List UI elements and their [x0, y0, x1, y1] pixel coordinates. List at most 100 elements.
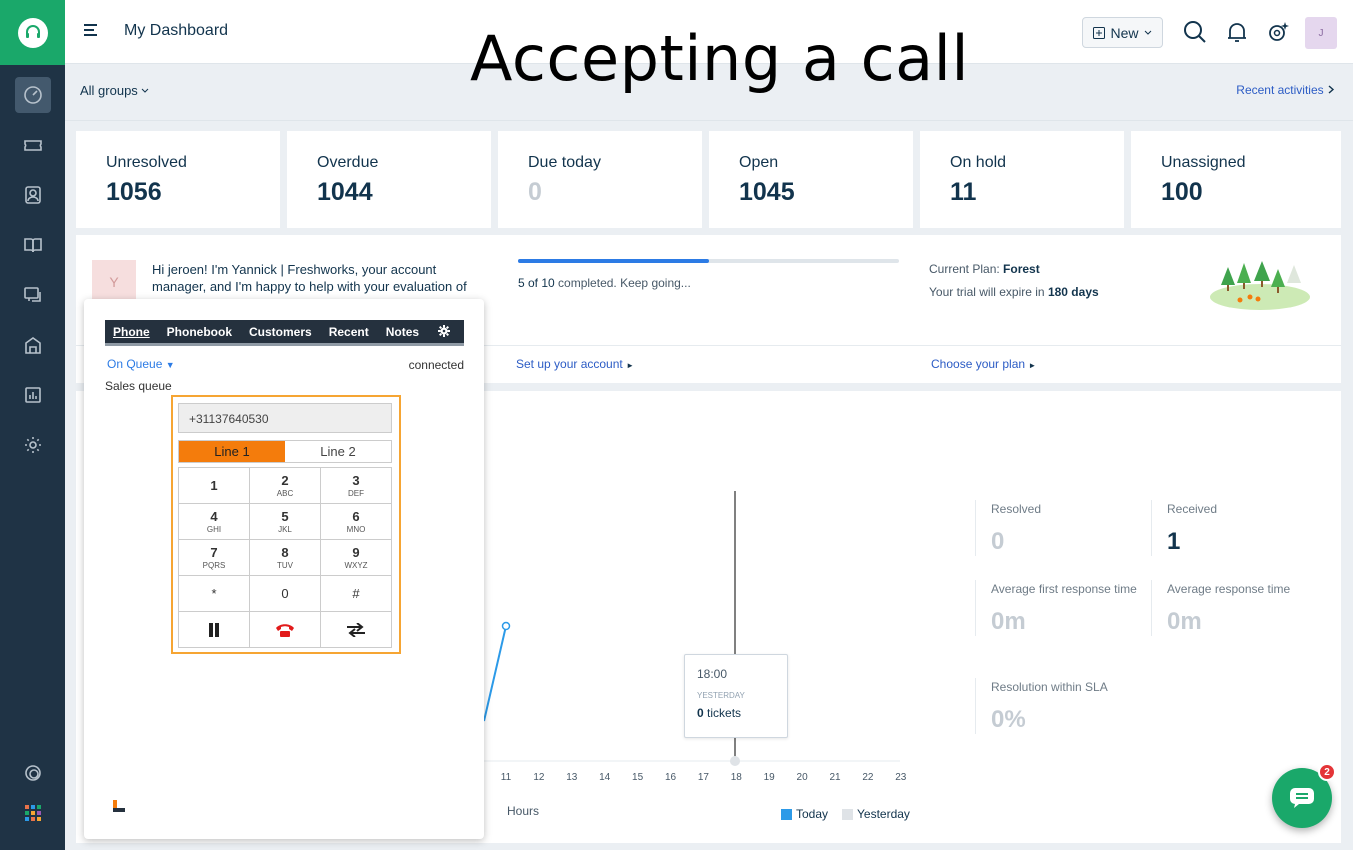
- metric-avg-first-response[interactable]: Average first response time 0m: [975, 580, 1140, 636]
- key-3[interactable]: 3 DEF: [321, 468, 392, 504]
- chat-launcher[interactable]: 2: [1272, 763, 1336, 828]
- stat-open[interactable]: Open 1045: [709, 131, 913, 228]
- nav-admin-apps[interactable]: [15, 327, 51, 363]
- building-icon: [25, 337, 41, 354]
- nav-forums[interactable]: [15, 277, 51, 313]
- stat-label: Open: [739, 154, 779, 171]
- stat-label: Unresolved: [106, 154, 187, 171]
- bell-icon[interactable]: [1225, 20, 1249, 44]
- metric-label: Received: [1167, 502, 1218, 516]
- recent-activities-label: Recent activities: [1236, 83, 1324, 97]
- tab-customers[interactable]: Customers: [249, 325, 312, 339]
- line-1-button[interactable]: Line 1: [179, 441, 285, 462]
- softphone-brand-logo: [112, 799, 128, 820]
- user-avatar[interactable]: J: [1305, 17, 1337, 49]
- phone-number-field[interactable]: +31137640530: [178, 403, 392, 433]
- groups-filter[interactable]: All groups: [80, 83, 149, 98]
- x-tick-label: 21: [829, 772, 841, 783]
- stat-label: Overdue: [317, 154, 379, 171]
- nav-solutions[interactable]: [15, 227, 51, 263]
- setup-account-label: Set up your account: [516, 357, 623, 371]
- new-button[interactable]: New: [1082, 17, 1163, 48]
- stat-overdue[interactable]: Overdue 1044: [287, 131, 491, 228]
- legend-today[interactable]: Today: [781, 807, 828, 821]
- key-5[interactable]: 5 JKL: [250, 504, 321, 540]
- setup-progress-bar: [518, 259, 899, 263]
- menu-icon[interactable]: [83, 22, 99, 43]
- current-plan: Current Plan: Forest: [929, 262, 1040, 276]
- softphone-settings-icon[interactable]: [438, 325, 450, 340]
- x-tick-label: 15: [632, 772, 644, 783]
- metric-sla[interactable]: Resolution within SLA 0%: [975, 678, 1140, 734]
- tab-phone[interactable]: Phone: [113, 325, 150, 339]
- tab-phonebook[interactable]: Phonebook: [167, 325, 232, 339]
- stat-unassigned[interactable]: Unassigned 100: [1131, 131, 1341, 228]
- hangup-button[interactable]: [250, 612, 321, 648]
- keypad: 1 2 ABC 3 DEF 4 GHI 5 JKL 6 MNO 7 PQRS 8 TUV 9W…: [178, 467, 392, 648]
- nav-settings[interactable]: [15, 427, 51, 463]
- metric-resolved[interactable]: Resolved 0: [975, 500, 1140, 556]
- stat-label: Unassigned: [1161, 154, 1246, 171]
- metric-label: Average response time: [1167, 582, 1291, 596]
- key-hash[interactable]: #: [321, 576, 392, 612]
- key-8[interactable]: 8 TUV: [250, 540, 321, 576]
- ticket-icon: [24, 140, 42, 151]
- today-series-line: [483, 625, 507, 722]
- tab-notes[interactable]: Notes: [386, 325, 419, 339]
- metric-value: 1: [1167, 528, 1181, 555]
- nav-dashboard[interactable]: [15, 77, 51, 113]
- key-star[interactable]: *: [179, 576, 250, 612]
- metric-value: 0m: [1167, 608, 1202, 635]
- connection-status: connected: [408, 358, 464, 372]
- chevron-down-icon: [1144, 30, 1151, 35]
- key-6[interactable]: 6 MNO: [321, 504, 392, 540]
- key-7[interactable]: 7 PQRS: [179, 540, 250, 576]
- key-1[interactable]: 1: [179, 468, 250, 504]
- softphone-widget: Phone Phonebook Customers Recent Notes O…: [84, 299, 484, 839]
- legend-yesterday[interactable]: Yesterday: [842, 807, 910, 821]
- stat-on-hold[interactable]: On hold 11: [920, 131, 1124, 228]
- book-icon: [24, 238, 42, 253]
- headset-icon: [25, 24, 40, 38]
- metric-avg-response[interactable]: Average response time 0m: [1151, 580, 1316, 636]
- recent-activities-link[interactable]: Recent activities: [1236, 83, 1335, 97]
- choose-plan-link[interactable]: Choose your plan ►: [931, 357, 1036, 371]
- setup-account-link[interactable]: Set up your account ►: [516, 357, 634, 371]
- search-icon[interactable]: [1183, 20, 1207, 44]
- trial-prefix: Your trial will expire in: [929, 285, 1045, 299]
- chart-tooltip: 18:00 YESTERDAY 0 tickets: [684, 654, 788, 738]
- nav-freshworks[interactable]: [15, 755, 51, 791]
- metric-received[interactable]: Received 1: [1151, 500, 1316, 556]
- chat-bubbles-icon: [24, 287, 41, 302]
- nav-contacts[interactable]: [15, 177, 51, 213]
- key-9[interactable]: 9 WXYZ: [321, 540, 392, 576]
- metric-value: 0m: [991, 608, 1026, 635]
- x-tick-label: 17: [698, 772, 710, 783]
- nav-tickets[interactable]: [15, 127, 51, 163]
- tab-recent[interactable]: Recent: [329, 325, 369, 339]
- key-0[interactable]: 0: [250, 576, 321, 612]
- key-4[interactable]: 4 GHI: [179, 504, 250, 540]
- metric-value: 0: [991, 528, 1005, 555]
- today-series-point: [501, 621, 511, 631]
- tooltip-count: 0: [697, 706, 704, 720]
- nav-reports[interactable]: [15, 377, 51, 413]
- queue-status-dropdown[interactable]: On Queue ▼: [107, 357, 175, 371]
- sparkle-gear-icon[interactable]: [1266, 20, 1290, 44]
- x-tick-label: 13: [566, 772, 578, 783]
- sidebar: [0, 0, 65, 850]
- stat-value: 1044: [317, 178, 373, 206]
- nav-app-switcher[interactable]: [15, 795, 51, 831]
- transfer-button[interactable]: [321, 612, 392, 648]
- stat-unresolved[interactable]: Unresolved 1056: [76, 131, 280, 228]
- legend-swatch-yesterday: [842, 808, 853, 820]
- x-tick-label: 12: [533, 772, 545, 783]
- forest-illustration: [1210, 257, 1312, 318]
- line-2-button[interactable]: Line 2: [285, 441, 391, 462]
- stat-due-today[interactable]: Due today 0: [498, 131, 702, 228]
- hold-button[interactable]: [179, 612, 250, 648]
- stat-value: 100: [1161, 178, 1203, 206]
- app-logo[interactable]: [0, 0, 65, 65]
- hover-point: [730, 756, 740, 766]
- key-2[interactable]: 2 ABC: [250, 468, 321, 504]
